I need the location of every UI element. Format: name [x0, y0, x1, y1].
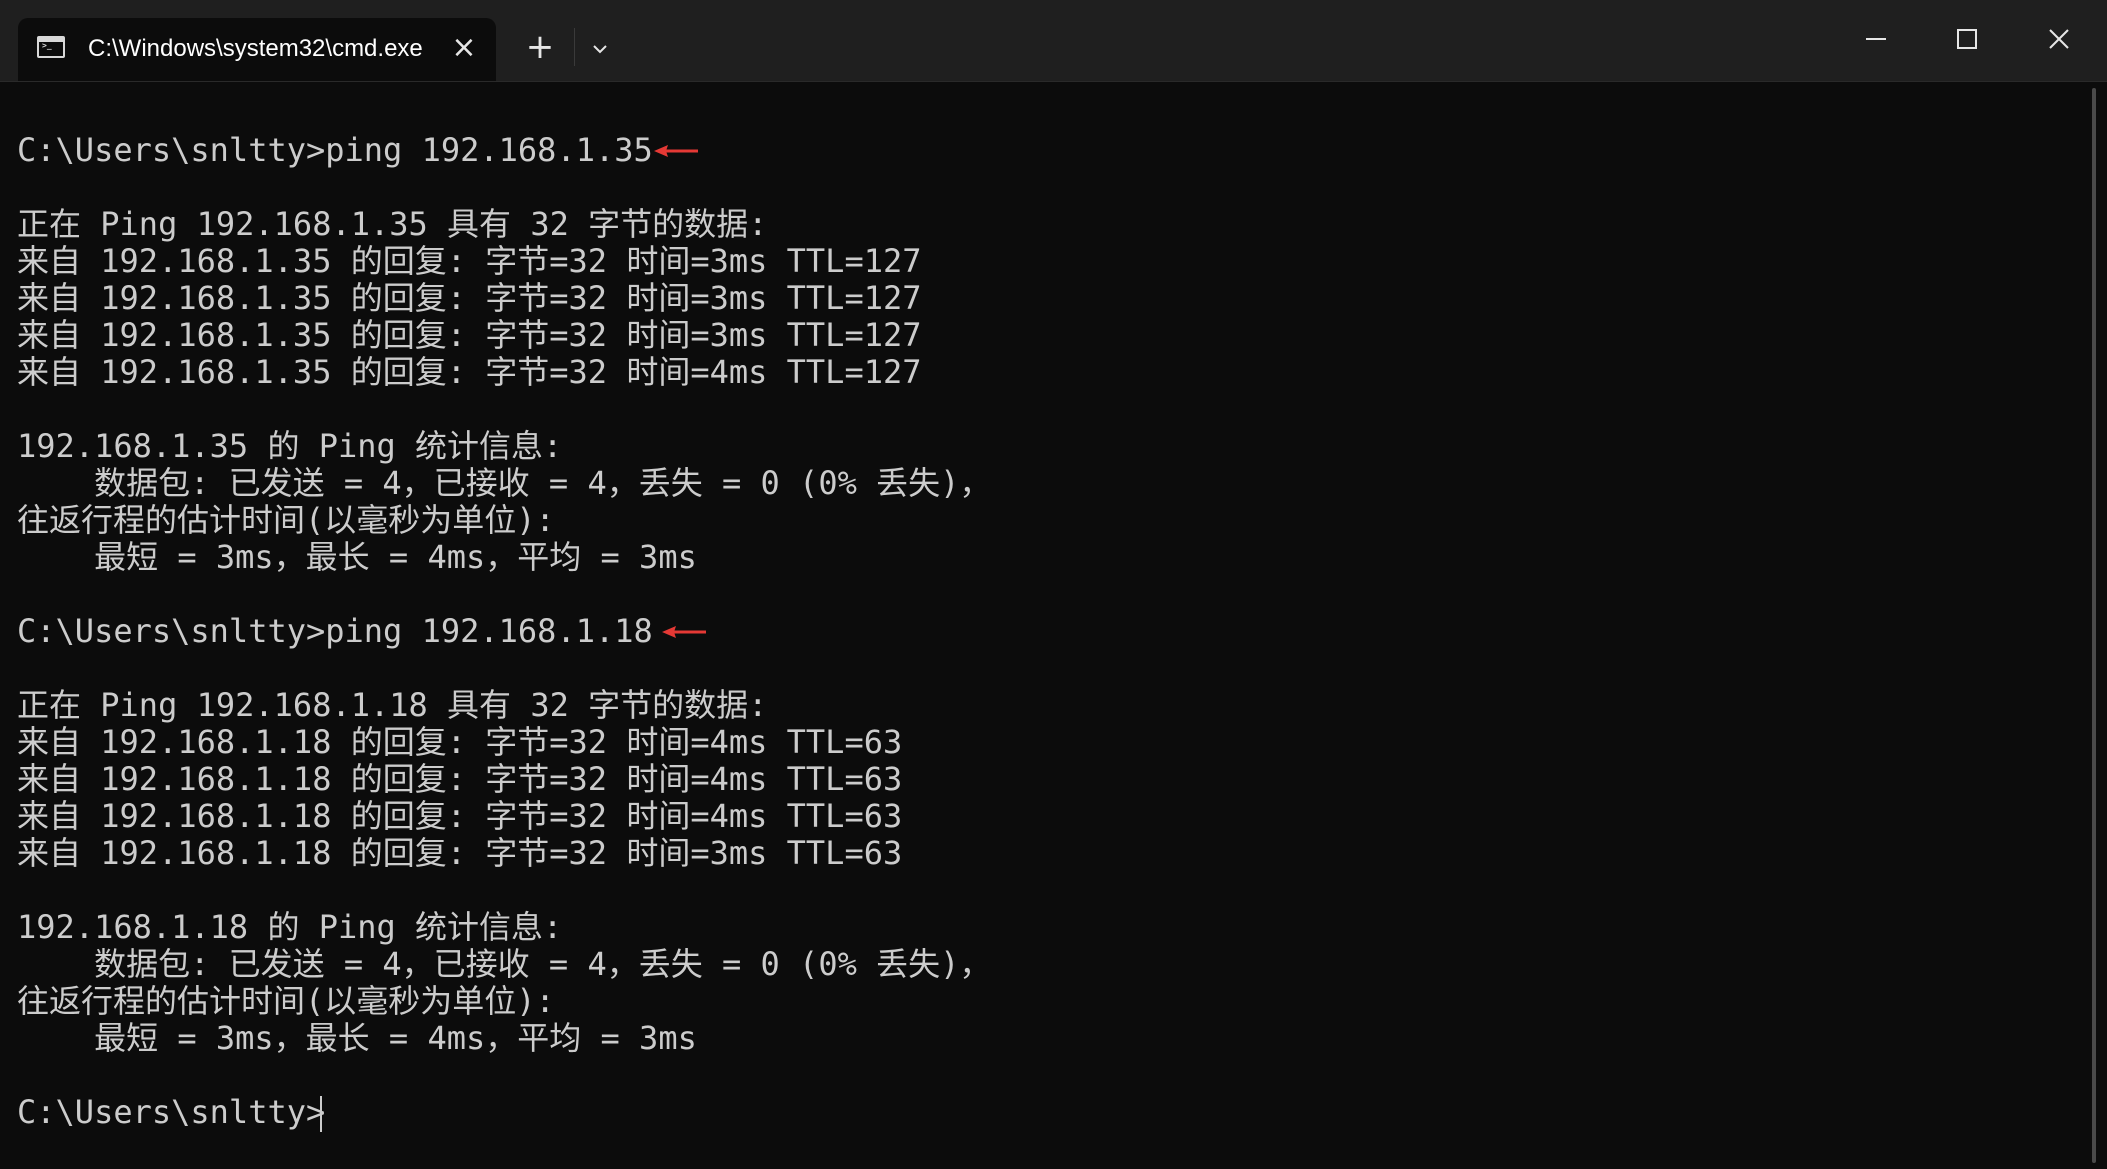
- minimize-button[interactable]: [1846, 14, 1906, 64]
- reply-line: 来自 192.168.1.35 的回复: 字节=32 时间=3ms TTL=12…: [17, 316, 922, 354]
- title-bar[interactable]: C:\Windows\system32\cmd.exe × +: [0, 0, 2107, 82]
- red-arrow-annotation-icon: [654, 145, 698, 157]
- terminal-output[interactable]: C:\Users\snltty>ping 192.168.1.35 正在 Pin…: [0, 82, 2080, 1169]
- prompt-line: C:\Users\snltty>ping 192.168.1.35: [17, 131, 653, 169]
- stats-header-line: 192.168.1.35 的 Ping 统计信息:: [17, 427, 563, 465]
- rtt-values-line: 最短 = 3ms，最长 = 4ms，平均 = 3ms: [17, 1019, 697, 1057]
- vertical-scrollbar[interactable]: [2082, 82, 2107, 1169]
- close-icon: [2049, 29, 2069, 49]
- tab-cmd[interactable]: C:\Windows\system32\cmd.exe ×: [18, 18, 496, 81]
- reply-line: 来自 192.168.1.18 的回复: 字节=32 时间=4ms TTL=63: [17, 797, 903, 835]
- stats-packets-line: 数据包: 已发送 = 4，已接收 = 4，丢失 = 0 (0% 丢失)，: [17, 945, 992, 983]
- red-arrow-annotation-icon: [662, 626, 706, 638]
- reply-line: 来自 192.168.1.18 的回复: 字节=32 时间=4ms TTL=63: [17, 723, 903, 761]
- stats-packets-line: 数据包: 已发送 = 4，已接收 = 4，丢失 = 0 (0% 丢失)，: [17, 464, 992, 502]
- profile-dropdown-button[interactable]: [584, 34, 616, 66]
- current-prompt-line: C:\Users\snltty>: [17, 1093, 326, 1131]
- minimize-icon: [1866, 38, 1886, 40]
- scrollbar-thumb[interactable]: [2092, 88, 2096, 1163]
- tab-separator: [574, 28, 575, 66]
- tab-title: C:\Windows\system32\cmd.exe: [88, 35, 423, 62]
- tab-close-button[interactable]: ×: [448, 32, 480, 64]
- chevron-down-icon: [593, 45, 607, 54]
- new-tab-button[interactable]: +: [520, 30, 560, 70]
- maximize-icon: [1957, 29, 1977, 49]
- rtt-values-line: 最短 = 3ms，最长 = 4ms，平均 = 3ms: [17, 538, 697, 576]
- reply-line: 来自 192.168.1.18 的回复: 字节=32 时间=4ms TTL=63: [17, 760, 903, 798]
- reply-line: 来自 192.168.1.35 的回复: 字节=32 时间=3ms TTL=12…: [17, 279, 922, 317]
- terminal-window: C:\Windows\system32\cmd.exe × +: [0, 0, 2107, 1169]
- rtt-header-line: 往返行程的估计时间(以毫秒为单位):: [17, 501, 555, 539]
- rtt-header-line: 往返行程的估计时间(以毫秒为单位):: [17, 982, 555, 1020]
- reply-line: 来自 192.168.1.35 的回复: 字节=32 时间=4ms TTL=12…: [17, 353, 922, 391]
- reply-line: 来自 192.168.1.35 的回复: 字节=32 时间=3ms TTL=12…: [17, 242, 922, 280]
- prompt-line: C:\Users\snltty>ping 192.168.1.18: [17, 612, 653, 650]
- close-window-button[interactable]: [2029, 14, 2089, 64]
- cmd-terminal-icon: [37, 36, 65, 58]
- ping-header-line: 正在 Ping 192.168.1.35 具有 32 字节的数据:: [17, 205, 768, 243]
- stats-header-line: 192.168.1.18 的 Ping 统计信息:: [17, 908, 563, 946]
- reply-line: 来自 192.168.1.18 的回复: 字节=32 时间=3ms TTL=63: [17, 834, 903, 872]
- maximize-button[interactable]: [1937, 14, 1997, 64]
- ping-header-line: 正在 Ping 192.168.1.18 具有 32 字节的数据:: [17, 686, 768, 724]
- text-cursor: [320, 1096, 322, 1132]
